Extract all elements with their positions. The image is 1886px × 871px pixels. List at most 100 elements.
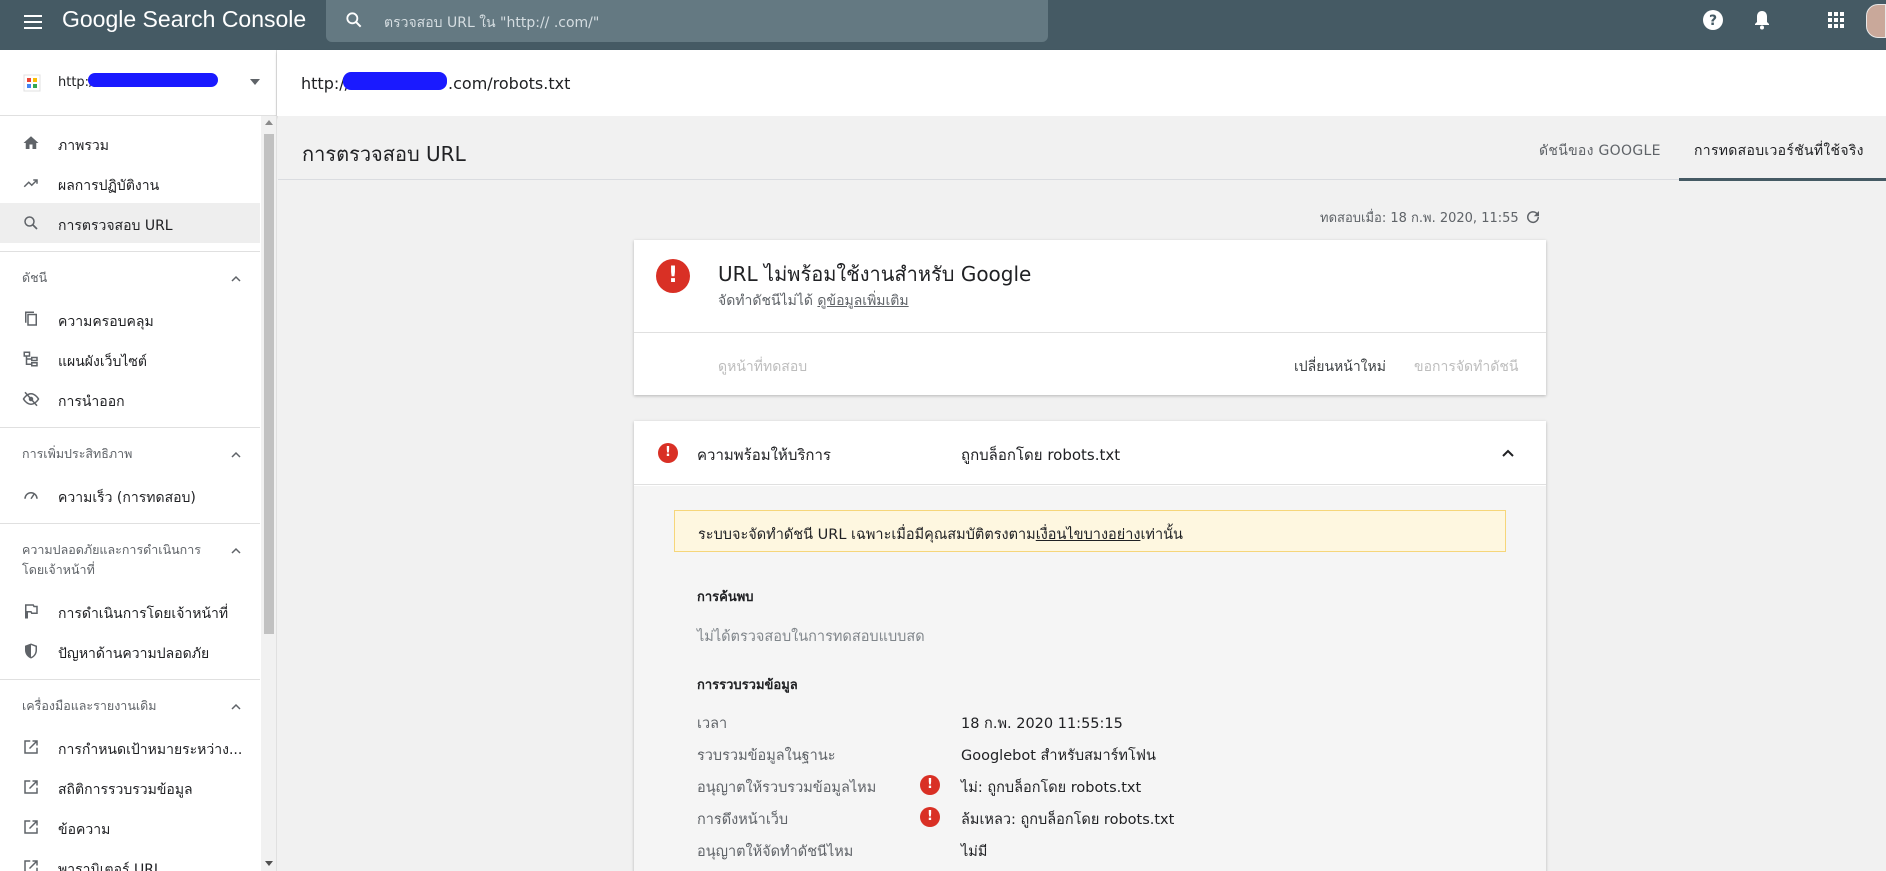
sidebar-item-url-inspection[interactable]: การตรวจสอบ URL bbox=[0, 203, 260, 243]
chevron-up-icon[interactable] bbox=[230, 273, 242, 285]
active-tab-indicator bbox=[1679, 178, 1886, 181]
crawl-row-label: เวลา bbox=[697, 716, 728, 732]
apps-grid-icon[interactable] bbox=[1824, 8, 1848, 32]
sidebar-item-label: พารามิเตอร์ URL bbox=[58, 862, 162, 871]
chevron-up-icon[interactable] bbox=[230, 545, 242, 557]
sidebar-item-label: การนำออก bbox=[58, 394, 125, 410]
discovery-heading: การค้นพบ bbox=[697, 590, 754, 605]
indexing-notice: ระบบจะจัดทำดัชนี URL เฉพาะเมื่อมีคุณสมบั… bbox=[674, 510, 1506, 552]
crawl-row-value: ไม่มี bbox=[961, 844, 988, 860]
sidebar-item-security-issues[interactable]: ปัญหาด้านความปลอดภัย bbox=[0, 631, 260, 671]
sidebar-item-label: แผนผังเว็บไซต์ bbox=[58, 354, 148, 370]
crawl-row-label: การดึงหน้าเว็บ bbox=[697, 812, 789, 828]
chevron-up-icon[interactable] bbox=[230, 449, 242, 461]
coverage-card: ! ความพร้อมให้บริการ ถูกบล็อกโดย robots.… bbox=[634, 421, 1546, 871]
sidebar-item-messages[interactable]: ข้อความ bbox=[0, 807, 260, 847]
inspected-url-bar: http://.com/robots.txt bbox=[277, 50, 1886, 116]
crawl-row-label: อนุญาตให้จัดทำดัชนีไหม bbox=[697, 844, 854, 860]
divider bbox=[0, 427, 260, 428]
status-card: ! URL ไม่พร้อมใช้งานสำหรับ Google จัดทำด… bbox=[634, 240, 1546, 395]
crawl-row-value: ล้มเหลว: ถูกบล็อกโดย robots.txt bbox=[961, 812, 1175, 828]
tab-live-test[interactable]: การทดสอบเวอร์ชันที่ใช้จริง bbox=[1694, 140, 1864, 162]
learn-more-link[interactable]: ดูข้อมูลเพิ่มเติม bbox=[817, 293, 908, 309]
error-icon: ! bbox=[658, 443, 678, 463]
error-icon: ! bbox=[656, 259, 690, 293]
chevron-up-icon[interactable] bbox=[230, 701, 242, 713]
view-tested-page-button[interactable]: ดูหน้าที่ทดสอบ bbox=[718, 356, 807, 378]
top-app-bar: Google Search Console ตรวจสอบ URL ใน "ht… bbox=[0, 0, 1886, 50]
sidebar-item-removals[interactable]: การนำออก bbox=[0, 379, 260, 419]
crawl-row-value: 18 ก.พ. 2020 11:55:15 bbox=[961, 716, 1123, 732]
search-placeholder: ตรวจสอบ URL ใน "http:// .com/" bbox=[384, 15, 600, 31]
crawl-row-value: Googlebot สำหรับสมาร์ทโฟน bbox=[961, 748, 1156, 764]
chevron-down-icon[interactable] bbox=[250, 79, 260, 85]
scroll-down-icon[interactable] bbox=[265, 861, 273, 866]
app-brand[interactable]: Google Search Console bbox=[62, 6, 306, 33]
help-icon[interactable]: ? bbox=[1701, 8, 1725, 32]
sidebar-item-label: การกำหนดเป้าหมายระหว่าง... bbox=[58, 742, 243, 758]
sidebar-item-label: การดำเนินการโดยเจ้าหน้าที่ bbox=[58, 606, 229, 622]
redaction-mark bbox=[88, 73, 218, 87]
main-header: การตรวจสอบ URL ดัชนีของ GOOGLE การทดสอบเ… bbox=[278, 116, 1886, 180]
refresh-icon[interactable] bbox=[1524, 208, 1542, 226]
scroll-up-icon[interactable] bbox=[265, 120, 273, 125]
copy-icon bbox=[25, 311, 37, 326]
sidebar-item-intl-targeting[interactable]: การกำหนดเป้าหมายระหว่าง... bbox=[0, 727, 260, 767]
divider bbox=[0, 523, 260, 524]
menu-icon[interactable] bbox=[22, 10, 46, 34]
sidebar-item-manual-actions[interactable]: การดำเนินการโดยเจ้าหน้าที่ bbox=[0, 591, 260, 631]
tab-google-index[interactable]: ดัชนีของ GOOGLE bbox=[1539, 140, 1661, 162]
sidebar-item-performance[interactable]: ผลการปฏิบัติงาน bbox=[0, 163, 260, 203]
status-title: URL ไม่พร้อมใช้งานสำหรับ Google bbox=[718, 262, 1032, 286]
coverage-header[interactable]: ! ความพร้อมให้บริการ ถูกบล็อกโดย robots.… bbox=[634, 421, 1546, 485]
scrollbar-thumb[interactable] bbox=[264, 134, 274, 634]
eye-off-icon bbox=[22, 391, 40, 407]
sidebar-item-sitemaps[interactable]: แผนผังเว็บไซต์ bbox=[0, 339, 260, 379]
sidebar-item-label: ผลการปฏิบัติงาน bbox=[58, 178, 160, 194]
chevron-up-icon[interactable] bbox=[1500, 445, 1516, 461]
sidebar-item-label: ภาพรวม bbox=[58, 138, 109, 154]
sidebar-item-url-parameters[interactable]: พารามิเตอร์ URL bbox=[0, 847, 260, 871]
notifications-icon[interactable] bbox=[1750, 8, 1774, 32]
sidebar: ภาพรวม ผลการปฏิบัติงาน การตรวจสอบ URL ดั… bbox=[0, 116, 277, 871]
section-title-enhancements[interactable]: การเพิ่มประสิทธิภาพ bbox=[22, 444, 212, 464]
coverage-details: ระบบจะจัดทำดัชนี URL เฉพาะเมื่อมีคุณสมบั… bbox=[634, 486, 1546, 871]
page-title: การตรวจสอบ URL bbox=[302, 142, 466, 166]
svg-text:?: ? bbox=[1709, 13, 1717, 29]
request-indexing-button[interactable]: ขอการจัดทำดัชนี bbox=[1414, 356, 1518, 378]
property-selector[interactable]: http:// bbox=[0, 50, 277, 116]
section-title-legacy[interactable]: เครื่องมือและรายงานเดิม bbox=[22, 696, 212, 716]
search-icon bbox=[24, 216, 38, 230]
speed-icon bbox=[24, 492, 38, 500]
discovery-text: ไม่ได้ตรวจสอบในการทดสอบแบบสด bbox=[697, 629, 925, 645]
divider bbox=[0, 251, 260, 252]
external-link-icon bbox=[24, 740, 38, 754]
home-icon bbox=[23, 136, 39, 149]
status-subtitle: จัดทำดัชนีไม่ได้ ดูข้อมูลเพิ่มเติม bbox=[718, 293, 909, 309]
redaction-mark bbox=[343, 72, 447, 90]
error-icon: ! bbox=[920, 775, 940, 795]
external-link-icon bbox=[24, 780, 38, 794]
external-link-icon bbox=[24, 860, 38, 871]
search-icon bbox=[346, 12, 362, 28]
property-logo-icon bbox=[23, 74, 41, 92]
sitemap-icon bbox=[23, 351, 38, 367]
avatar[interactable] bbox=[1866, 4, 1886, 38]
sidebar-item-label: ปัญหาด้านความปลอดภัย bbox=[58, 646, 210, 662]
section-title-index[interactable]: ดัชนี bbox=[22, 268, 212, 288]
sidebar-item-speed[interactable]: ความเร็ว (การทดสอบ) bbox=[0, 475, 260, 515]
crawl-row-value: ไม่: ถูกบล็อกโดย robots.txt bbox=[961, 780, 1142, 796]
sidebar-item-crawl-stats[interactable]: สถิติการรวบรวมข้อมูล bbox=[0, 767, 260, 807]
crawl-row-label: รวบรวมข้อมูลในฐานะ bbox=[697, 748, 836, 764]
sidebar-item-label: ความเร็ว (การทดสอบ) bbox=[58, 490, 196, 506]
sidebar-item-label: ข้อความ bbox=[58, 822, 111, 838]
reload-button[interactable]: เปลี่ยนหน้าใหม่ bbox=[1294, 356, 1386, 378]
sidebar-item-coverage[interactable]: ความครอบคลุม bbox=[0, 299, 260, 339]
conditions-link[interactable]: เงื่อนไขบางอย่าง bbox=[1036, 527, 1141, 543]
section-title-security[interactable]: ความปลอดภัยและการดำเนินการโดยเจ้าหน้าที่ bbox=[22, 540, 212, 580]
coverage-value: ถูกบล็อกโดย robots.txt bbox=[961, 446, 1121, 464]
sidebar-item-overview[interactable]: ภาพรวม bbox=[0, 123, 260, 163]
search-input[interactable]: ตรวจสอบ URL ใน "http:// .com/" bbox=[326, 0, 1048, 42]
sidebar-item-label: ความครอบคลุม bbox=[58, 314, 154, 330]
sidebar-item-label: การตรวจสอบ URL bbox=[58, 218, 173, 234]
